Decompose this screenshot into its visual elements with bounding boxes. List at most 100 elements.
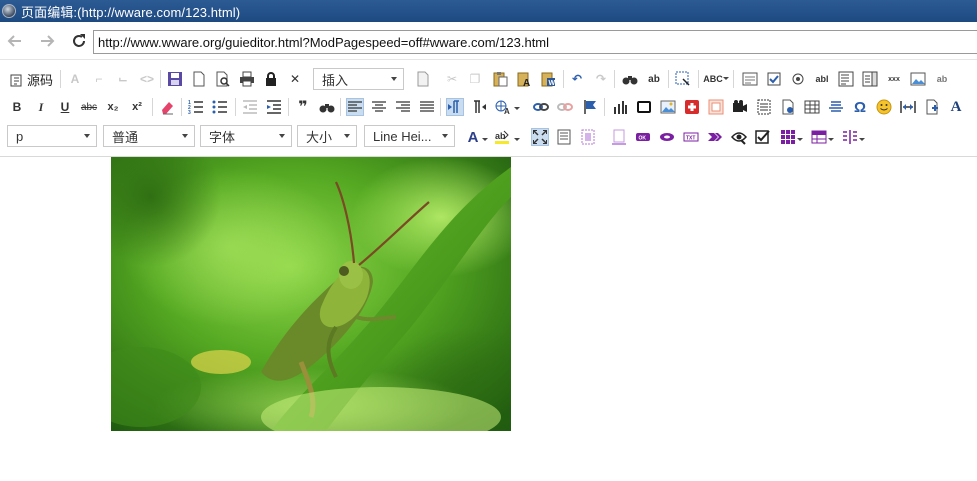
separator	[160, 70, 161, 88]
paste-text-icon[interactable]: A	[515, 70, 533, 88]
paste-icon[interactable]	[491, 70, 509, 88]
textfield-icon[interactable]: abl	[813, 70, 831, 88]
code-icon[interactable]: <>	[138, 70, 156, 88]
page-break-icon[interactable]	[755, 98, 773, 116]
undo-link-icon[interactable]: ⌐	[90, 70, 108, 88]
new-page-icon[interactable]	[190, 70, 208, 88]
paste-word-icon[interactable]: W	[539, 70, 557, 88]
insert-combo[interactable]: 插入	[313, 68, 404, 90]
strikethrough-button[interactable]: abc	[80, 98, 98, 116]
undo-icon[interactable]: ↶	[568, 70, 586, 88]
address-bar[interactable]: http://www.wware.org/guieditor.html?ModP…	[93, 30, 977, 54]
maximize-icon[interactable]	[531, 128, 549, 146]
line-height-combo[interactable]: Line Hei...	[364, 125, 455, 147]
superscript-button[interactable]: x²	[128, 98, 146, 116]
checkbox-icon[interactable]	[765, 70, 783, 88]
language-icon[interactable]: A	[494, 98, 512, 116]
lock-icon[interactable]	[262, 70, 280, 88]
unlink-icon[interactable]	[556, 98, 574, 116]
special-char-icon[interactable]: Ω	[851, 98, 869, 116]
div-container-icon[interactable]	[579, 128, 597, 146]
cut-icon[interactable]: ✂	[443, 70, 461, 88]
chevron-down-icon	[828, 138, 834, 141]
font-size-combo[interactable]: 大小	[297, 125, 357, 147]
paragraph-format-combo[interactable]: p	[7, 125, 97, 147]
smiley-icon[interactable]	[875, 98, 893, 116]
table-layout-icon[interactable]	[810, 128, 828, 146]
blockquote-icon[interactable]: ❞	[294, 98, 312, 116]
back-arrow-icon[interactable]	[4, 30, 26, 52]
select-all-icon[interactable]	[674, 70, 692, 88]
replace-icon[interactable]: ab	[645, 70, 663, 88]
align-left-icon[interactable]	[346, 98, 364, 116]
style-text-icon[interactable]: A	[66, 70, 84, 88]
remove-format-icon[interactable]	[158, 98, 176, 116]
find-replace-icon[interactable]	[318, 98, 336, 116]
ellipse-tag-icon[interactable]	[658, 128, 676, 146]
preview-icon[interactable]	[214, 70, 232, 88]
text-tag-icon[interactable]: TXT	[682, 128, 700, 146]
underline-button[interactable]: U	[56, 98, 74, 116]
spellcheck-icon[interactable]: ABC	[703, 70, 723, 88]
checklist-icon[interactable]	[754, 128, 772, 146]
form-icon[interactable]	[741, 70, 759, 88]
style-combo[interactable]: 普通	[103, 125, 195, 147]
document-icon[interactable]	[779, 98, 797, 116]
view-eye-icon[interactable]	[730, 128, 748, 146]
select-field-icon[interactable]	[861, 70, 879, 88]
show-blocks-icon[interactable]	[555, 128, 573, 146]
table-icon[interactable]	[803, 98, 821, 116]
columns-icon[interactable]	[841, 128, 859, 146]
bulleted-list-icon[interactable]	[211, 98, 229, 116]
width-icon[interactable]	[899, 98, 917, 116]
indent-icon[interactable]	[265, 98, 283, 116]
chevron-down-icon	[514, 107, 520, 110]
forward-arrow-icon[interactable]	[36, 30, 58, 52]
ok-tag-icon[interactable]: OK	[634, 128, 652, 146]
horizontal-rule-icon[interactable]	[827, 98, 845, 116]
layout-block-icon[interactable]	[610, 128, 628, 146]
save-icon[interactable]	[166, 70, 184, 88]
redo-icon[interactable]: ↷	[592, 70, 610, 88]
font-style-icon[interactable]: A	[947, 98, 965, 116]
find-icon[interactable]	[621, 70, 639, 88]
redo-link-icon[interactable]: ⌙	[114, 70, 132, 88]
grid-icon[interactable]	[779, 128, 797, 146]
page-properties-icon[interactable]	[923, 98, 941, 116]
chart-icon[interactable]	[611, 98, 629, 116]
background-color-icon[interactable]: ab	[493, 128, 511, 146]
copy-icon[interactable]: ❐	[466, 70, 484, 88]
align-justify-icon[interactable]	[418, 98, 436, 116]
textarea-icon[interactable]	[837, 70, 855, 88]
medical-cross-icon[interactable]	[683, 98, 701, 116]
hidden-field-icon[interactable]: ab	[933, 70, 951, 88]
radio-icon[interactable]	[789, 70, 807, 88]
italic-button[interactable]: I	[32, 98, 50, 116]
subscript-button[interactable]: x₂	[104, 98, 122, 116]
font-family-combo[interactable]: 字体	[200, 125, 292, 147]
close-icon[interactable]: ✕	[286, 70, 304, 88]
source-button[interactable]: 源码	[9, 70, 53, 89]
image-icon[interactable]	[659, 98, 677, 116]
ltr-direction-icon[interactable]	[446, 98, 464, 116]
rtl-direction-icon[interactable]	[470, 98, 488, 116]
outdent-icon[interactable]	[241, 98, 259, 116]
button-field-icon[interactable]: xxx	[885, 70, 903, 88]
refresh-icon[interactable]	[68, 30, 90, 52]
numbered-list-icon[interactable]: 123	[187, 98, 205, 116]
iframe-icon[interactable]	[707, 98, 725, 116]
text-color-icon[interactable]: A	[464, 128, 482, 146]
next-arrow-icon[interactable]	[706, 128, 724, 146]
link-icon[interactable]	[532, 98, 550, 116]
anchor-flag-icon[interactable]	[581, 98, 599, 116]
video-icon[interactable]	[731, 98, 749, 116]
template-icon[interactable]	[414, 70, 432, 88]
align-right-icon[interactable]	[394, 98, 412, 116]
image-button-icon[interactable]	[909, 70, 927, 88]
align-center-icon[interactable]	[370, 98, 388, 116]
print-icon[interactable]	[238, 70, 256, 88]
bold-button[interactable]: B	[8, 98, 26, 116]
grasshopper-image[interactable]	[111, 157, 511, 431]
flash-icon[interactable]	[635, 98, 653, 116]
separator	[604, 98, 605, 116]
